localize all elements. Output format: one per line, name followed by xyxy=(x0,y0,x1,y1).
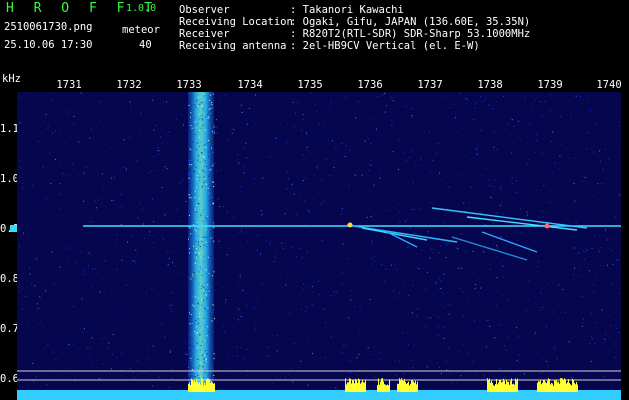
x-tick-label: 1735 xyxy=(297,79,323,91)
meteor-head xyxy=(347,222,353,228)
x-tick-label: 1731 xyxy=(56,79,82,91)
receiver-label: Receiver xyxy=(179,28,230,40)
observer-label: Observer xyxy=(179,4,230,16)
y-unit-label: kHz xyxy=(2,73,21,85)
meteor-head xyxy=(544,223,550,229)
filename-label: 2510061730.png xyxy=(4,21,93,33)
x-tick-label: 1739 xyxy=(537,79,563,91)
x-tick-label: 1737 xyxy=(417,79,443,91)
x-tick-label: 1734 xyxy=(237,79,263,91)
x-tick-label: 1738 xyxy=(477,79,503,91)
timestamp-label: 25.10.06 17:30 xyxy=(4,39,93,51)
location-label: Receiving Location xyxy=(179,16,293,28)
x-tick-label: 1733 xyxy=(176,79,202,91)
spectrogram-background xyxy=(17,92,621,400)
meteor-label: meteor xyxy=(122,24,160,36)
location-value: : Ogaki, Gifu, JAPAN (136.60E, 35.35N) xyxy=(290,16,531,28)
x-tick-label: 1740 xyxy=(596,79,622,91)
receiver-value: : R820T2(RTL-SDR) SDR-Sharp 53.1000MHz xyxy=(290,28,531,40)
spectrogram xyxy=(17,92,621,400)
antenna-label: Receiving antenna xyxy=(179,40,287,52)
app-version: 1.0.0 xyxy=(126,3,157,14)
antenna-value: : 2el-HB9CV Vertical (el. E-W) xyxy=(290,40,480,52)
x-tick-label: 1736 xyxy=(357,79,383,91)
observer-value: : Takanori Kawachi xyxy=(290,4,404,16)
x-tick-label: 1732 xyxy=(116,79,142,91)
meteor-count: 40 xyxy=(139,39,152,51)
level-strip xyxy=(17,390,621,400)
header-panel: H R O F F T 1.0.0 2510061730.png 25.10.0… xyxy=(0,0,629,78)
